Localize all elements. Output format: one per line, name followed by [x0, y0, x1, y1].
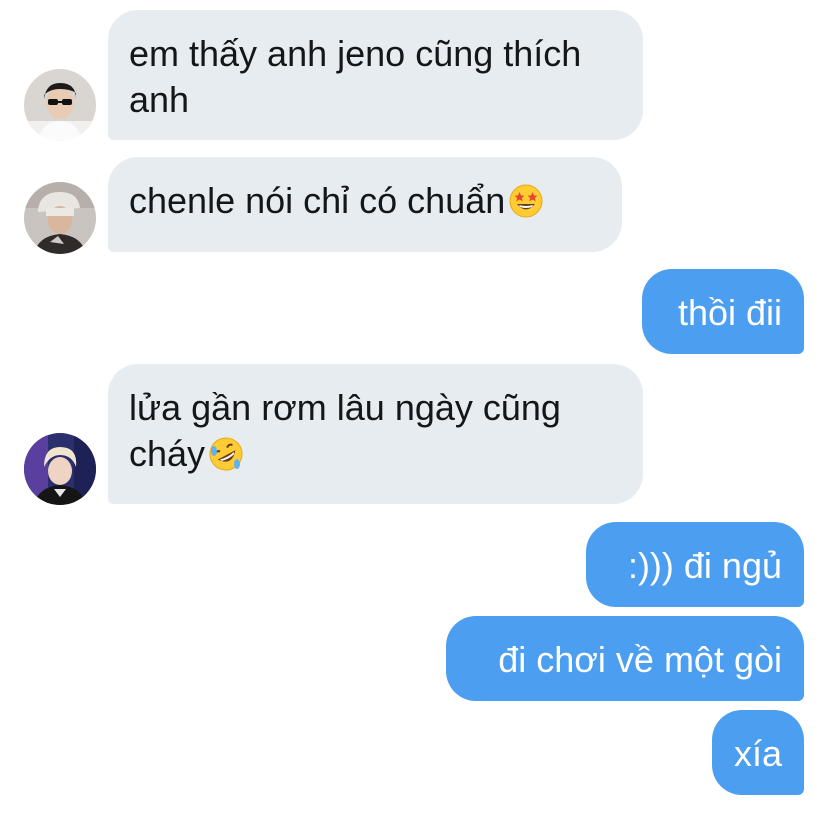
message-text: đi chơi về một gòi: [498, 639, 782, 680]
avatar-boy-blond-icon[interactable]: [24, 433, 96, 505]
message-text: lửa gần rơm lâu ngày cũng cháy: [129, 387, 561, 474]
avatar-boy-cap-icon[interactable]: [24, 182, 96, 254]
outgoing-message[interactable]: đi chơi về một gòi: [446, 616, 804, 701]
message-text: :))) đi ngủ: [627, 545, 782, 586]
rolling-on-floor-laughing-emoji-icon: [209, 437, 243, 471]
incoming-message[interactable]: chenle nói chỉ có chuẩn: [108, 157, 622, 252]
incoming-message[interactable]: em thấy anh jeno cũng thích anh: [108, 10, 643, 140]
outgoing-message[interactable]: :))) đi ngủ: [586, 522, 804, 607]
message-text: xía: [734, 733, 783, 774]
star-struck-emoji-icon: [509, 184, 543, 218]
message-text: thồi đii: [677, 292, 782, 333]
message-thread: em thấy anh jeno cũng thích anh chenle n…: [0, 0, 828, 814]
message-text: chenle nói chỉ có chuẩn: [129, 180, 506, 221]
avatar-boy-sunglasses-icon[interactable]: [24, 69, 96, 141]
message-text: em thấy anh jeno cũng thích anh: [129, 33, 582, 120]
outgoing-message[interactable]: xía: [712, 710, 804, 795]
incoming-message[interactable]: lửa gần rơm lâu ngày cũng cháy: [108, 364, 643, 504]
outgoing-message[interactable]: thồi đii: [642, 269, 804, 354]
